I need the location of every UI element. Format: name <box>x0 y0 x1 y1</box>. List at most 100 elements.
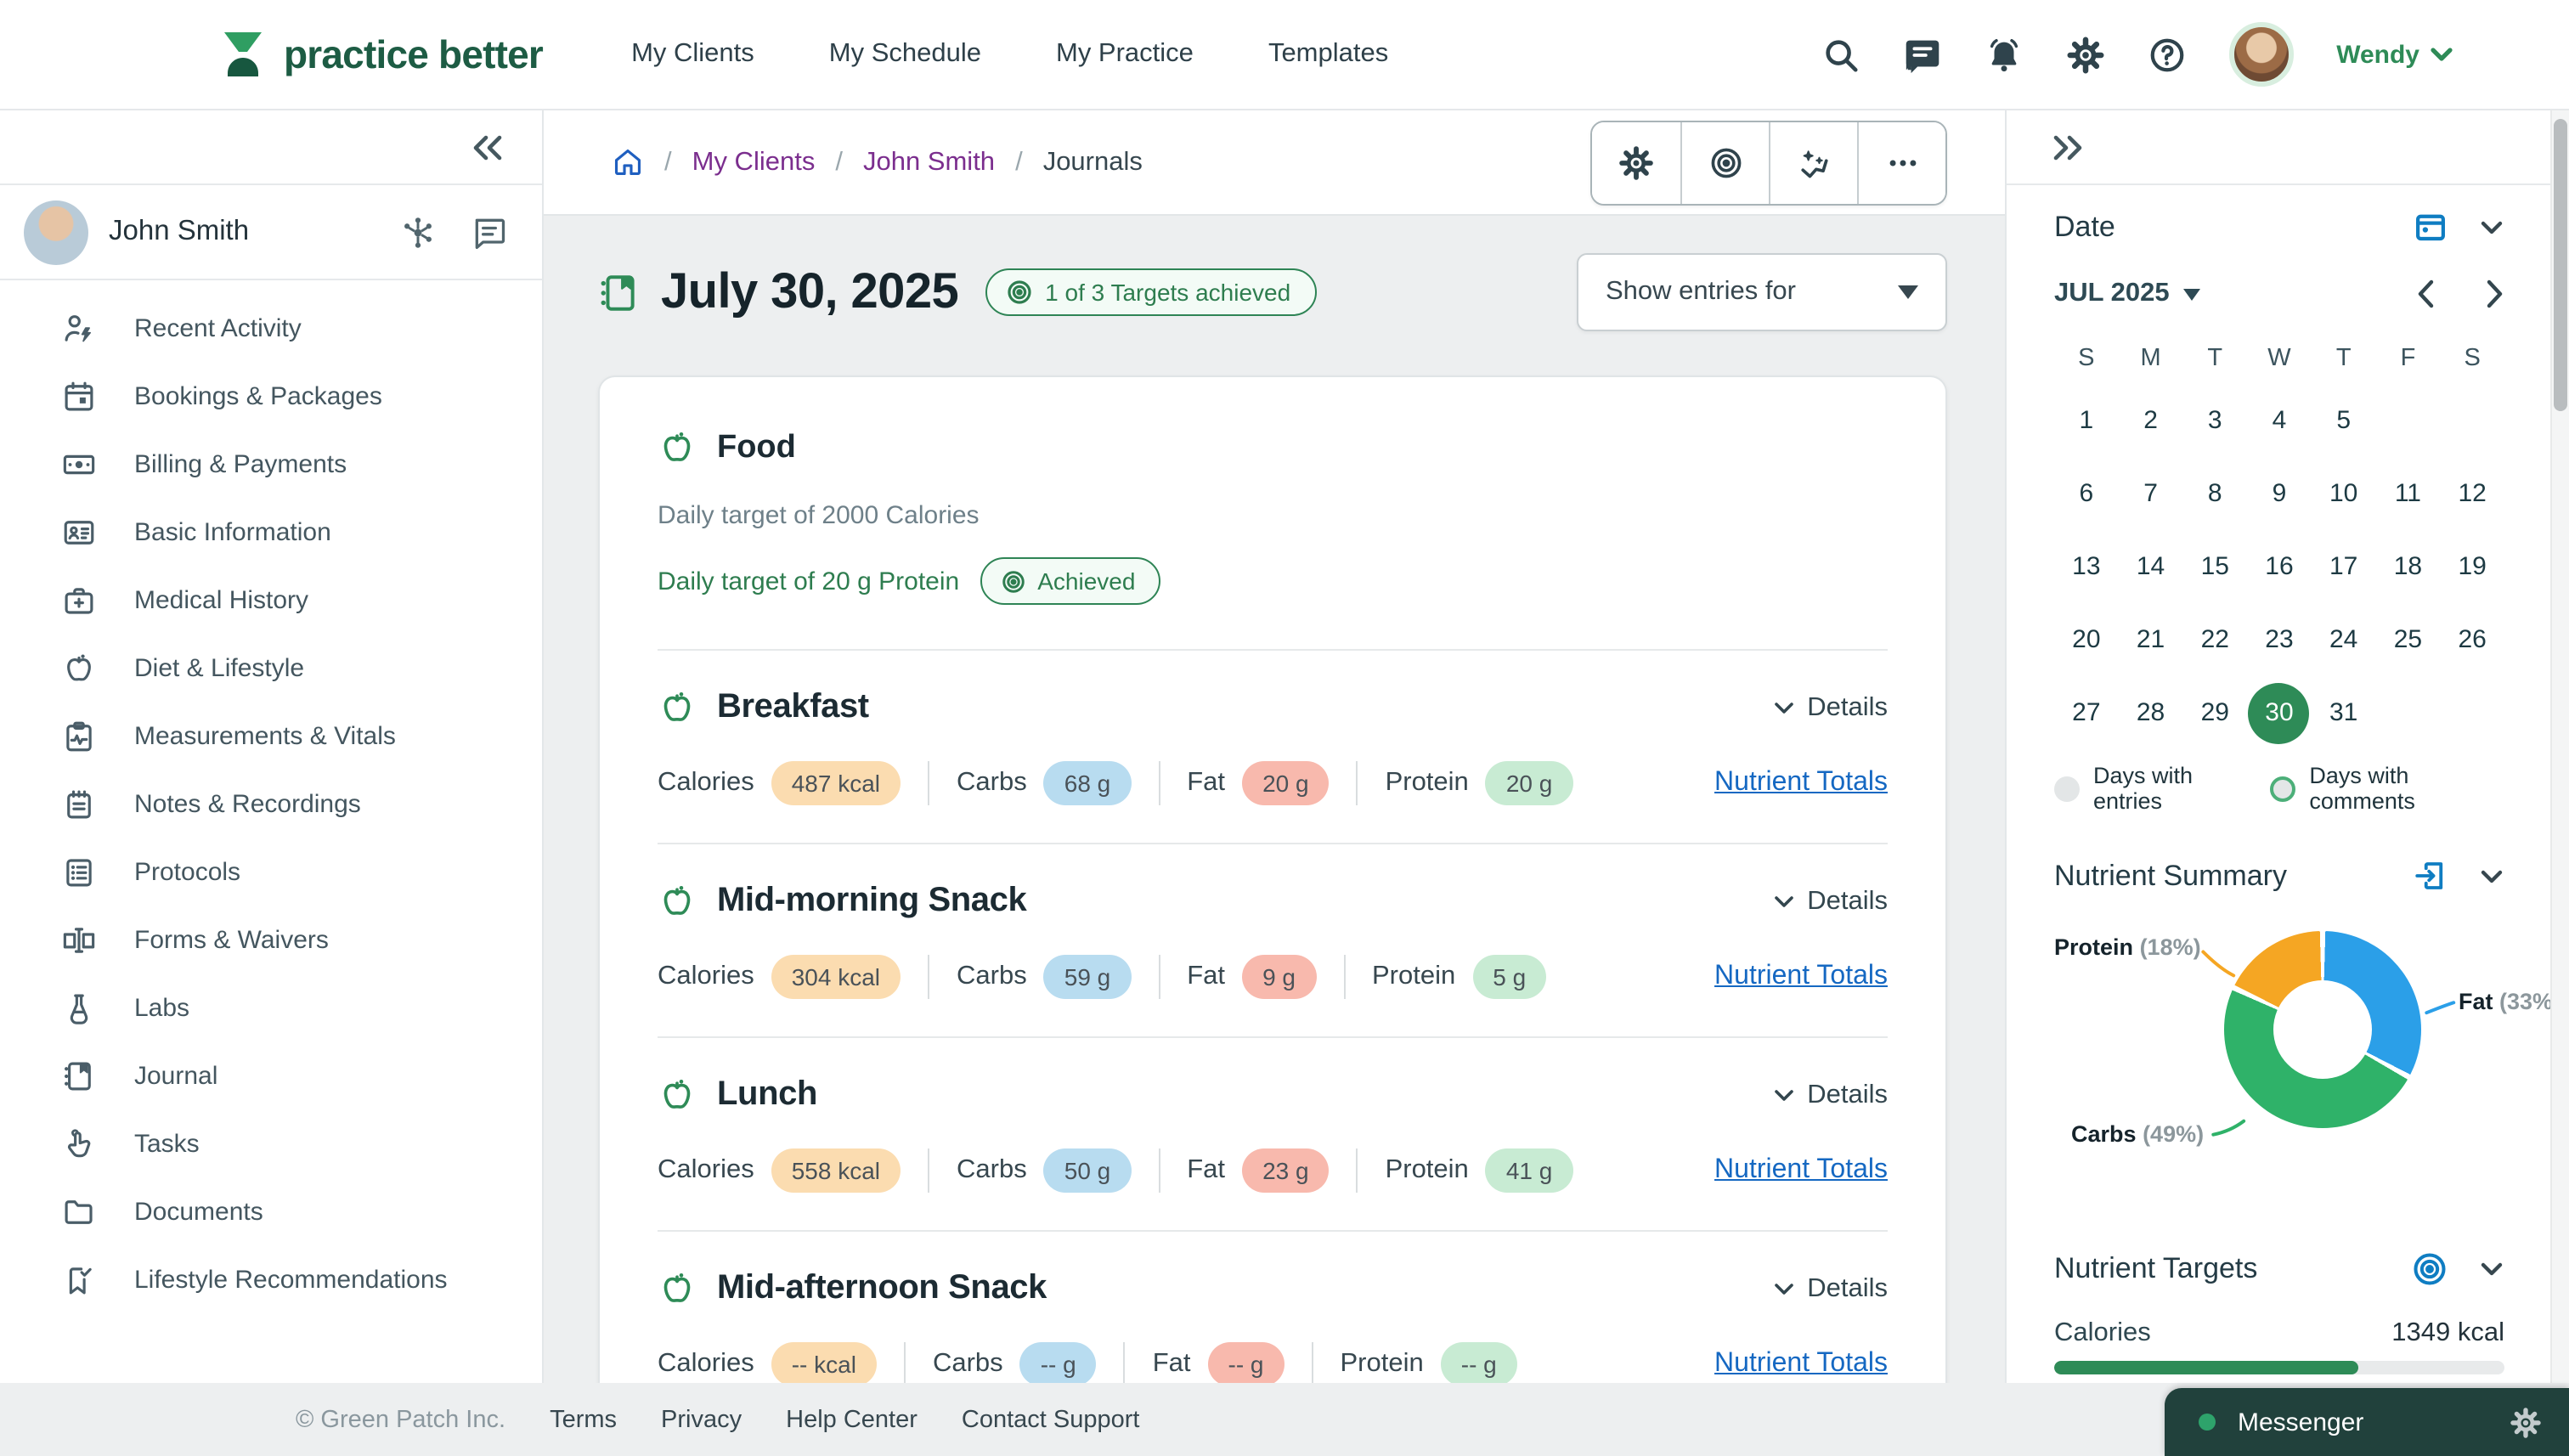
messenger-settings-gear-icon[interactable] <box>2510 1406 2542 1438</box>
calendar-day[interactable]: 4 <box>2247 384 2312 457</box>
chevron-down-icon[interactable] <box>2479 1261 2504 1278</box>
nav-my-practice[interactable]: My Practice <box>1056 39 1194 70</box>
sidebar-item-forms-waivers[interactable]: Forms & Waivers <box>0 906 542 973</box>
details-toggle[interactable]: Details <box>1773 692 1888 723</box>
settings-gear-icon[interactable] <box>2066 35 2105 74</box>
sidebar-item-measurements-vitals[interactable]: Measurements & Vitals <box>0 702 542 770</box>
calendar-day[interactable]: 10 <box>2312 457 2376 530</box>
calendar-day[interactable]: 3 <box>2182 384 2247 457</box>
sidebar-item-lifestyle-recommendations[interactable]: Lifestyle Recommendations <box>0 1245 542 1313</box>
calendar-day[interactable]: 8 <box>2182 457 2247 530</box>
calendar-day[interactable]: 13 <box>2054 530 2119 603</box>
calendar-day[interactable]: 31 <box>2312 676 2376 749</box>
calendar-icon[interactable] <box>2413 209 2448 245</box>
nutrient-totals-link[interactable]: Nutrient Totals <box>1714 962 1888 992</box>
sidebar-item-bookings-packages[interactable]: Bookings & Packages <box>0 362 542 430</box>
client-connections-icon[interactable] <box>399 213 437 251</box>
sidebar-item-documents[interactable]: Documents <box>0 1177 542 1245</box>
journal-settings-gear-icon[interactable] <box>1592 121 1680 203</box>
notifications-bell-icon[interactable] <box>1985 35 2024 74</box>
calendar-day[interactable]: 23 <box>2247 603 2312 676</box>
nutrient-totals-link[interactable]: Nutrient Totals <box>1714 1155 1888 1186</box>
chevron-down-icon[interactable] <box>2479 867 2504 884</box>
targets-bullseye-icon[interactable] <box>1680 121 1769 203</box>
sidebar-item-protocols[interactable]: Protocols <box>0 838 542 906</box>
calendar-day[interactable]: 1 <box>2054 384 2119 457</box>
form-fields-icon <box>61 922 97 957</box>
calendar-day[interactable]: 17 <box>2312 530 2376 603</box>
user-menu[interactable]: Wendy <box>2336 40 2453 69</box>
breadcrumb-my-clients[interactable]: My Clients <box>692 147 816 178</box>
export-icon[interactable] <box>2413 858 2448 894</box>
help-icon[interactable] <box>2148 35 2187 74</box>
sidebar-item-recent-activity[interactable]: Recent Activity <box>0 294 542 362</box>
sidebar-item-basic-information[interactable]: Basic Information <box>0 498 542 566</box>
calendar-day[interactable]: 19 <box>2440 530 2504 603</box>
footer-privacy-link[interactable]: Privacy <box>661 1406 742 1433</box>
sidebar-item-tasks[interactable]: Tasks <box>0 1109 542 1177</box>
calendar-day[interactable]: 15 <box>2182 530 2247 603</box>
sidebar-item-notes-recordings[interactable]: Notes & Recordings <box>0 770 542 838</box>
calendar-day[interactable]: 25 <box>2376 603 2441 676</box>
nav-my-clients[interactable]: My Clients <box>631 39 754 70</box>
calendar-day[interactable]: 28 <box>2119 676 2183 749</box>
month-selector[interactable]: JUL 2025 <box>2054 279 2200 309</box>
sidebar-item-labs[interactable]: Labs <box>0 973 542 1041</box>
breadcrumb-john-smith[interactable]: John Smith <box>863 147 995 178</box>
collapse-sidebar-icon[interactable] <box>471 133 505 161</box>
practice-better-logo[interactable]: practicebetter <box>221 29 543 80</box>
calendar-day[interactable]: 18 <box>2376 530 2441 603</box>
nutrient-summary-header: Nutrient Summary <box>2054 858 2504 894</box>
nutrient-totals-link[interactable]: Nutrient Totals <box>1714 1349 1888 1380</box>
scrollbar-thumb[interactable] <box>2554 119 2567 411</box>
nutrient-totals-link[interactable]: Nutrient Totals <box>1714 768 1888 799</box>
more-options-ellipsis-icon[interactable] <box>1857 121 1945 203</box>
calendar-day[interactable]: 7 <box>2119 457 2183 530</box>
calendar-day[interactable]: 27 <box>2054 676 2119 749</box>
calendar-day[interactable]: 16 <box>2247 530 2312 603</box>
insights-sparkles-icon[interactable] <box>1769 121 1857 203</box>
expand-panel-icon[interactable] <box>2051 133 2085 161</box>
calendar-day[interactable]: 9 <box>2247 457 2312 530</box>
client-chat-icon[interactable] <box>471 213 508 251</box>
sidebar-item-journal[interactable]: Journal <box>0 1041 542 1109</box>
details-toggle[interactable]: Details <box>1773 1080 1888 1110</box>
calendar-day[interactable]: 14 <box>2119 530 2183 603</box>
bullseye-icon[interactable] <box>2411 1250 2448 1288</box>
sidebar-item-billing-payments[interactable]: Billing & Payments <box>0 430 542 498</box>
user-avatar[interactable] <box>2229 22 2294 87</box>
calendar-day[interactable]: 2 <box>2119 384 2183 457</box>
next-month-icon[interactable] <box>2486 279 2504 309</box>
details-toggle[interactable]: Details <box>1773 1273 1888 1304</box>
calendar-day[interactable]: 24 <box>2312 603 2376 676</box>
calendar-day-selected[interactable]: 30 <box>2247 676 2312 749</box>
sidebar-item-medical-history[interactable]: Medical History <box>0 566 542 634</box>
messages-icon[interactable] <box>1903 35 1942 74</box>
footer-terms-link[interactable]: Terms <box>550 1406 617 1433</box>
targets-achieved-badge: 1 of 3 Targets achieved <box>985 268 1316 316</box>
calendar-day[interactable]: 6 <box>2054 457 2119 530</box>
calendar-day[interactable]: 22 <box>2182 603 2247 676</box>
carbs-pill: 50 g <box>1044 1148 1132 1193</box>
show-entries-select[interactable]: Show entries for <box>1577 253 1947 331</box>
carbs-pill: 59 g <box>1044 955 1132 999</box>
sidebar-item-diet-lifestyle[interactable]: Diet & Lifestyle <box>0 634 542 702</box>
calendar-day[interactable]: 11 <box>2376 457 2441 530</box>
calendar-day[interactable]: 26 <box>2440 603 2504 676</box>
home-icon[interactable] <box>612 146 644 178</box>
prev-month-icon[interactable] <box>2416 279 2435 309</box>
nav-templates[interactable]: Templates <box>1268 39 1388 70</box>
calendar-day[interactable]: 20 <box>2054 603 2119 676</box>
client-avatar[interactable] <box>24 200 88 264</box>
search-icon[interactable] <box>1821 35 1860 74</box>
chevron-down-icon[interactable] <box>2479 218 2504 235</box>
nav-my-schedule[interactable]: My Schedule <box>829 39 981 70</box>
footer-help-center-link[interactable]: Help Center <box>786 1406 918 1433</box>
calendar-day[interactable]: 29 <box>2182 676 2247 749</box>
calendar-day[interactable]: 5 <box>2312 384 2376 457</box>
messenger-widget[interactable]: Messenger <box>2165 1388 2569 1456</box>
calendar-day[interactable]: 12 <box>2440 457 2504 530</box>
details-toggle[interactable]: Details <box>1773 886 1888 917</box>
footer-contact-support-link[interactable]: Contact Support <box>962 1406 1140 1433</box>
calendar-day[interactable]: 21 <box>2119 603 2183 676</box>
